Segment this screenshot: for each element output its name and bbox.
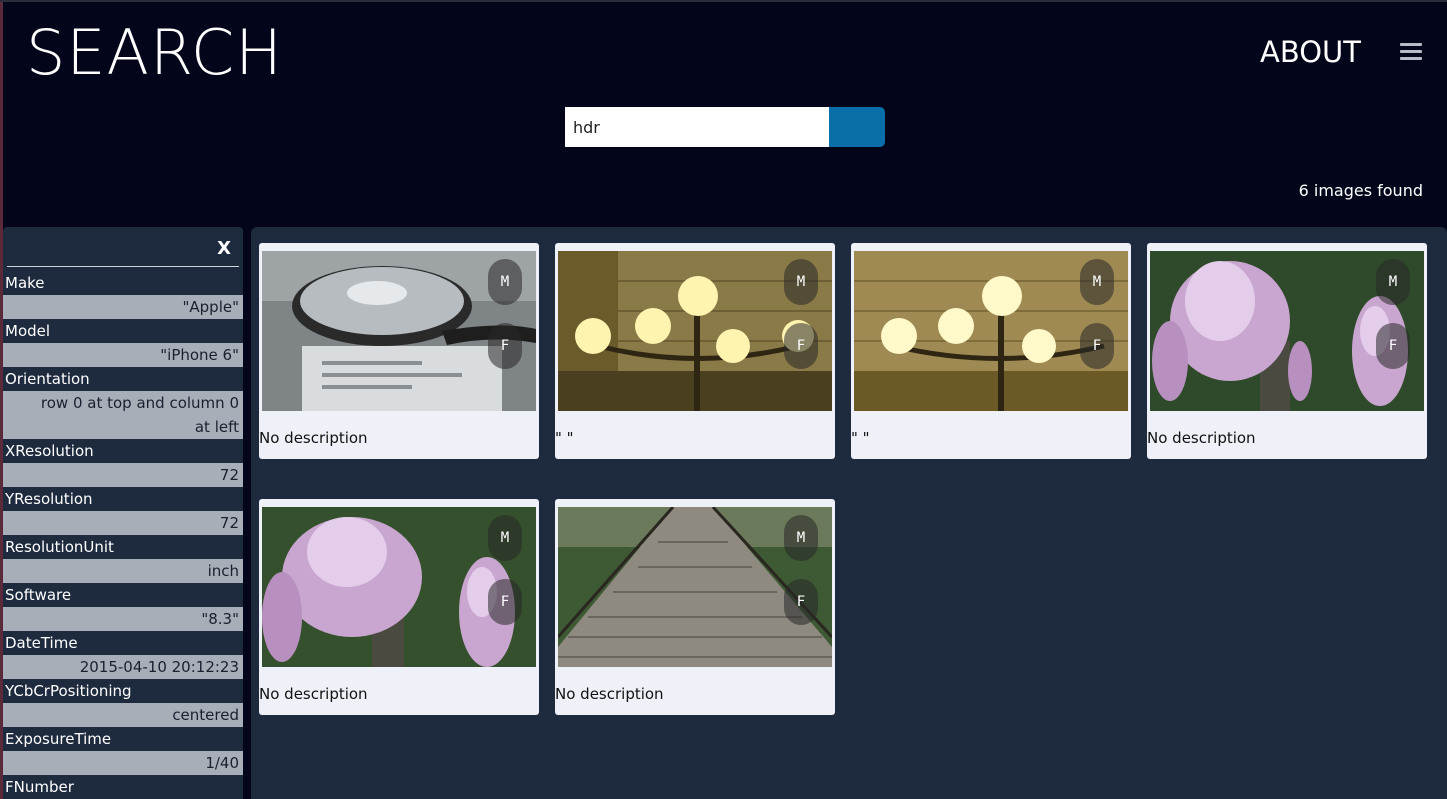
image-card[interactable]: M F No description — [259, 243, 539, 459]
close-button[interactable]: X — [217, 238, 231, 259]
exif-list: Make "Apple" Model "iPhone 6" Orientatio… — [3, 271, 243, 799]
favorite-button[interactable]: F — [488, 579, 522, 625]
favorite-button[interactable]: F — [784, 579, 818, 625]
page-title: SEARCH — [26, 16, 283, 89]
exif-value: "8.3" — [3, 607, 243, 631]
favorite-button[interactable]: F — [1080, 323, 1114, 369]
metadata-button[interactable]: M — [488, 515, 522, 561]
metadata-button[interactable]: M — [1376, 259, 1410, 305]
image-card[interactable]: M F " " — [851, 243, 1131, 459]
image-description: " " — [555, 429, 574, 447]
exif-value: 72 — [3, 511, 243, 535]
exif-key: DateTime — [5, 634, 78, 652]
exif-key: YCbCrPositioning — [5, 682, 132, 700]
search-button[interactable] — [829, 107, 885, 147]
results-grid: M F No description M F " " M F " " M F N… — [251, 227, 1447, 799]
exif-value: "iPhone 6" — [3, 343, 243, 367]
metadata-button[interactable]: M — [784, 259, 818, 305]
metadata-button[interactable]: M — [784, 515, 818, 561]
exif-value: "Apple" — [3, 295, 243, 319]
about-link[interactable]: ABOUT — [1260, 34, 1361, 70]
exif-key: Software — [5, 586, 72, 604]
image-description: " " — [851, 429, 870, 447]
image-description: No description — [259, 429, 368, 447]
image-card[interactable]: M F No description — [259, 499, 539, 715]
exif-key: Orientation — [5, 370, 90, 388]
exif-value: 72 — [3, 463, 243, 487]
exif-value: inch — [3, 559, 243, 583]
image-card[interactable]: M F " " — [555, 243, 835, 459]
exif-key: Model — [5, 322, 51, 340]
exif-key: YResolution — [5, 490, 93, 508]
exif-panel: X Make "Apple" Model "iPhone 6" Orientat… — [3, 227, 243, 799]
exif-key: ResolutionUnit — [5, 538, 114, 556]
exif-key: Make — [5, 274, 45, 292]
image-card[interactable]: M F No description — [1147, 243, 1427, 459]
favorite-button[interactable]: F — [1376, 323, 1410, 369]
exif-value: row 0 at top and column 0 at left — [3, 391, 243, 439]
exif-header: X — [7, 227, 239, 267]
image-description: No description — [555, 685, 664, 703]
search-bar — [565, 107, 885, 147]
result-count: 6 images found — [1298, 181, 1423, 200]
image-card[interactable]: M F No description — [555, 499, 835, 715]
exif-value: 2015-04-10 20:12:23 — [3, 655, 243, 679]
exif-value: centered — [3, 703, 243, 727]
exif-key: ExposureTime — [5, 730, 112, 748]
image-description: No description — [1147, 429, 1256, 447]
favorite-button[interactable]: F — [488, 323, 522, 369]
exif-value: 1/40 — [3, 751, 243, 775]
image-description: No description — [259, 685, 368, 703]
exif-key: XResolution — [5, 442, 94, 460]
hamburger-menu-icon[interactable] — [1400, 43, 1422, 60]
search-input[interactable] — [565, 107, 829, 147]
favorite-button[interactable]: F — [784, 323, 818, 369]
metadata-button[interactable]: M — [1080, 259, 1114, 305]
metadata-button[interactable]: M — [488, 259, 522, 305]
exif-key: FNumber — [5, 778, 74, 796]
top-border — [0, 0, 1447, 2]
